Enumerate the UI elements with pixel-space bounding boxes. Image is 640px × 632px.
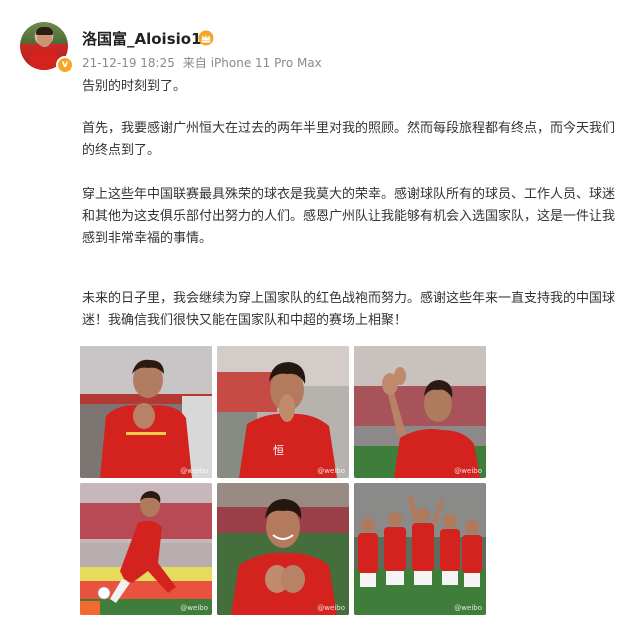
photo-watermark: @weibo [454, 467, 482, 475]
photo-4[interactable]: @weibo [80, 483, 212, 615]
photo-1[interactable]: @weibo [80, 346, 212, 478]
source-device: iPhone 11 Pro Max [210, 56, 322, 70]
photo-3[interactable]: @weibo [354, 346, 486, 478]
username-link[interactable]: 洛国富_Aloisio19 [82, 28, 212, 49]
photo-watermark: @weibo [180, 604, 208, 612]
verified-badge-icon: v [56, 56, 74, 74]
weibo-post: v 洛国富_Aloisio19 21-12-19 18:25 来自 iPhone … [0, 0, 640, 632]
post-timestamp[interactable]: 21-12-19 18:25 [82, 56, 175, 70]
avatar-shirt [30, 50, 58, 70]
source-prefix: 来自 [182, 56, 207, 70]
svg-text:恒: 恒 [273, 444, 284, 457]
avatar-hair [36, 27, 53, 35]
post-paragraph-4: 未来的日子里，我会继续为穿上国家队的红色战袍而努力。感谢这些年来一直支持我的中国… [82, 291, 616, 328]
photo-gallery: @weibo 恒 @weibo @weibo @weibo @weibo @we… [80, 346, 486, 616]
post-paragraph-2: 首先，我要感谢广州恒大在过去的两年半里对我的照顾。然而每段旅程都有终点，而今天我… [82, 121, 616, 158]
post-paragraph-3: 穿上这些年中国联赛最具殊荣的球衣是我莫大的荣幸。感谢球队所有的球员、工作人员、球… [82, 187, 616, 246]
photo-watermark: @weibo [180, 467, 208, 475]
post-paragraph-1: 告别的时刻到了。 [82, 79, 187, 94]
photo-watermark: @weibo [454, 604, 482, 612]
photo-2[interactable]: 恒 @weibo [217, 346, 349, 478]
crown-icon [198, 30, 214, 46]
photo-watermark: @weibo [317, 604, 345, 612]
photo-6[interactable]: @weibo [354, 483, 486, 615]
photo-5[interactable]: @weibo [217, 483, 349, 615]
post-meta: 21-12-19 18:25 来自 iPhone 11 Pro Max [82, 54, 326, 71]
photo-watermark: @weibo [317, 467, 345, 475]
